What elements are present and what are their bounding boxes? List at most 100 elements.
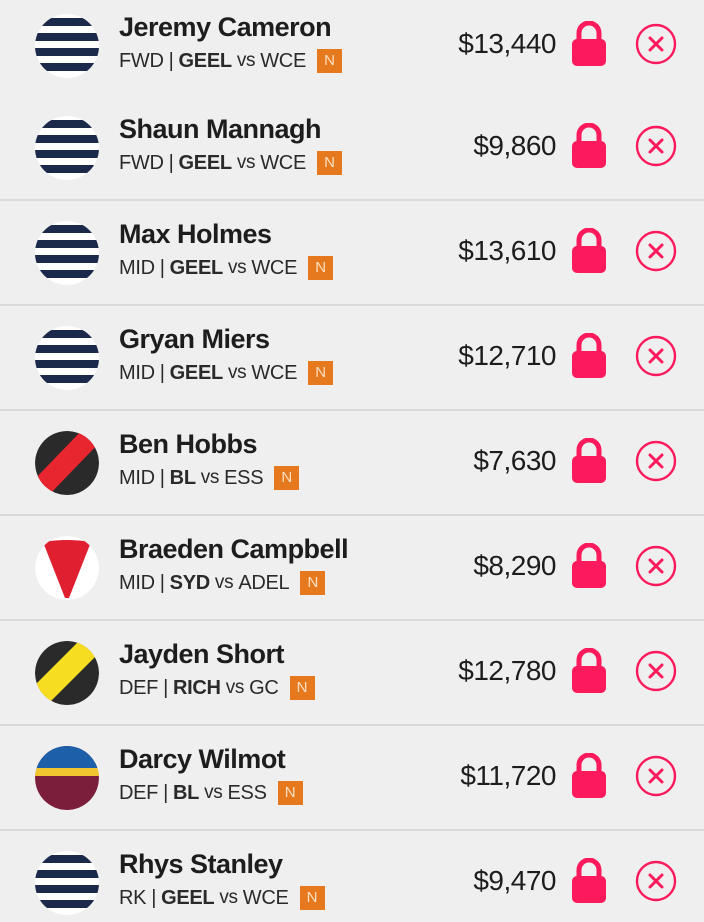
opponent-team: ADEL [238, 571, 290, 594]
close-circle-icon[interactable] [635, 125, 677, 167]
versus-label: vs [227, 362, 247, 383]
lock-icon[interactable] [571, 122, 607, 169]
versus-label: vs [200, 467, 220, 488]
versus-label: vs [225, 677, 245, 698]
lock-icon[interactable] [571, 752, 607, 799]
player-name: Rhys Stanley [119, 849, 283, 879]
player-price: $12,780 [458, 655, 556, 686]
player-meta: DEF | BL vs ESS N [119, 781, 303, 805]
status-badge: N [300, 571, 326, 595]
player-row[interactable]: Jeremy Cameron FWD | GEEL vs WCE N $13,4… [0, 0, 704, 99]
status-badge: N [308, 361, 334, 385]
meta-separator: | [159, 466, 165, 489]
close-circle-icon[interactable] [635, 335, 677, 377]
status-badge: N [316, 49, 342, 73]
player-price: $13,440 [458, 28, 556, 59]
player-row[interactable]: Rhys Stanley RK | GEEL vs WCE N $9,470 [0, 831, 704, 922]
close-circle-icon[interactable] [635, 755, 677, 797]
opponent-team: WCE [242, 886, 289, 909]
lock-icon[interactable] [571, 857, 607, 904]
player-position: DEF [119, 676, 159, 699]
player-price: $8,290 [473, 550, 556, 581]
close-circle-icon[interactable] [635, 230, 677, 272]
player-team: GEEL [169, 361, 224, 384]
player-team: GEEL [178, 49, 233, 72]
player-team: RICH [173, 676, 221, 699]
geelong-logo [35, 326, 99, 390]
player-row[interactable]: Ben Hobbs MID | BL vs ESS N $7,630 [0, 411, 704, 516]
lock-icon[interactable] [571, 20, 607, 67]
sydney-logo [35, 536, 99, 600]
opponent-team: WCE [260, 151, 306, 174]
meta-separator: | [168, 49, 174, 72]
close-circle-icon[interactable] [635, 650, 677, 692]
opponent-team: GC [249, 676, 279, 699]
player-meta: DEF | RICH vs GC N [119, 676, 315, 700]
player-name: Gryan Miers [119, 324, 270, 354]
close-circle-icon[interactable] [635, 23, 677, 65]
player-price: $11,720 [460, 760, 556, 791]
versus-label: vs [219, 887, 238, 908]
player-position: DEF [119, 781, 159, 804]
meta-separator: | [159, 571, 165, 594]
versus-label: vs [204, 782, 223, 803]
player-row[interactable]: Gryan Miers MID | GEEL vs WCE N $12,710 [0, 306, 704, 411]
player-row[interactable]: Braeden Campbell MID | SYD vs ADEL N $8,… [0, 516, 704, 621]
player-name: Max Holmes [119, 219, 272, 249]
opponent-team: ESS [227, 781, 267, 804]
richmond-logo [35, 641, 99, 705]
status-badge: N [289, 676, 315, 700]
player-meta: MID | SYD vs ADEL N [119, 571, 326, 595]
geelong-logo [35, 14, 99, 78]
lock-icon[interactable] [571, 227, 607, 274]
opponent-team: WCE [251, 256, 298, 279]
player-row[interactable]: Max Holmes MID | GEEL vs WCE N $13,610 [0, 201, 704, 306]
status-badge: N [299, 886, 325, 910]
player-meta: MID | BL vs ESS N [119, 466, 300, 490]
player-name: Jeremy Cameron [119, 12, 332, 42]
player-team: BL [169, 466, 196, 489]
player-team: BL [173, 781, 200, 804]
lock-icon[interactable] [571, 437, 607, 484]
essendon-logo [35, 431, 99, 495]
close-circle-icon[interactable] [635, 545, 677, 587]
meta-separator: | [151, 886, 157, 909]
player-row[interactable]: Jayden Short DEF | RICH vs GC N $12,780 [0, 621, 704, 726]
player-team: SYD [169, 571, 211, 594]
player-row[interactable]: Shaun Mannagh FWD | GEEL vs WCE N $9,860 [0, 96, 704, 201]
player-team: GEEL [161, 886, 215, 909]
player-row[interactable]: Darcy Wilmot DEF | BL vs ESS N $11,720 [0, 726, 704, 831]
player-price: $12,710 [458, 340, 556, 371]
player-meta: MID | GEEL vs WCE N [119, 256, 334, 280]
player-meta: RK | GEEL vs WCE N [119, 886, 325, 910]
player-team: GEEL [178, 151, 233, 174]
status-badge: N [277, 781, 303, 805]
player-price: $7,630 [473, 445, 556, 476]
close-circle-icon[interactable] [635, 440, 677, 482]
player-list: Jeremy Cameron FWD | GEEL vs WCE N $13,4… [0, 0, 704, 922]
versus-label: vs [236, 50, 256, 71]
player-name: Shaun Mannagh [119, 114, 322, 144]
player-position: MID [119, 256, 155, 279]
lock-icon[interactable] [571, 542, 607, 589]
player-price: $9,470 [473, 865, 556, 896]
brisbane-logo [35, 746, 99, 810]
opponent-team: WCE [251, 361, 298, 384]
player-position: MID [119, 571, 155, 594]
versus-label: vs [214, 572, 234, 593]
close-circle-icon[interactable] [635, 860, 677, 902]
player-team: GEEL [169, 256, 224, 279]
meta-separator: | [159, 361, 165, 384]
meta-separator: | [159, 256, 165, 279]
lock-icon[interactable] [571, 647, 607, 694]
versus-label: vs [227, 257, 247, 278]
status-badge: N [308, 256, 334, 280]
player-name: Braeden Campbell [119, 534, 349, 564]
player-price: $13,610 [458, 235, 556, 266]
player-meta: FWD | GEEL vs WCE N [119, 151, 342, 175]
player-meta: MID | GEEL vs WCE N [119, 361, 334, 385]
geelong-logo [35, 851, 99, 915]
lock-icon[interactable] [571, 332, 607, 379]
opponent-team: ESS [224, 466, 264, 489]
player-name: Ben Hobbs [119, 429, 258, 459]
